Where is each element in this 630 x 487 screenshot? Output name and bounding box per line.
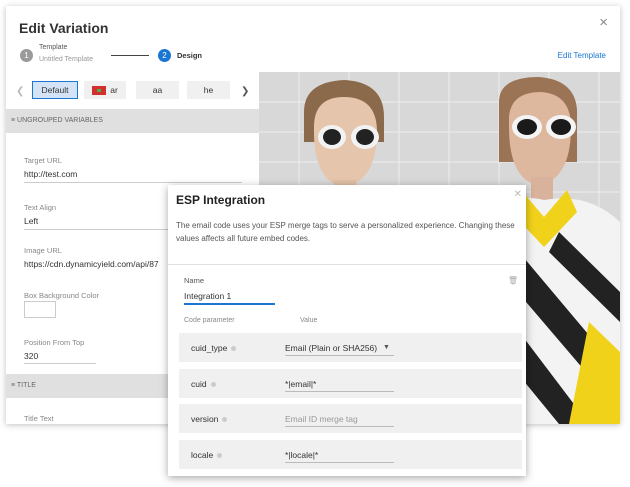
tab-he[interactable]: he bbox=[187, 81, 230, 99]
position-from-top-label: Position From Top bbox=[24, 338, 85, 347]
locale-underline bbox=[285, 462, 394, 463]
target-url-label: Target URL bbox=[24, 156, 62, 165]
esp-dialog-title: ESP Integration bbox=[176, 193, 266, 207]
chevron-left-icon[interactable]: ❮ bbox=[16, 86, 24, 97]
target-url-input[interactable]: http://test.com bbox=[24, 169, 242, 179]
integration-name-label: Name bbox=[184, 276, 205, 285]
stepper-connector bbox=[111, 55, 149, 56]
position-from-top-underline bbox=[24, 363, 96, 364]
tab-aa-label: aa bbox=[152, 85, 163, 95]
tab-default-label: Default bbox=[41, 85, 69, 95]
param-name: locale bbox=[191, 450, 223, 460]
position-from-top-input[interactable]: 320 bbox=[24, 351, 38, 361]
value-header: Value bbox=[300, 317, 318, 324]
param-row-cuid-type: cuid_type Email (Plain or SHA256) ▼ bbox=[179, 333, 522, 362]
tab-he-label: he bbox=[203, 85, 214, 95]
divider bbox=[168, 264, 526, 265]
close-icon[interactable]: ✕ bbox=[514, 189, 522, 200]
step-1-badge[interactable]: 1 bbox=[20, 49, 33, 62]
target-url-underline bbox=[24, 182, 242, 183]
step-2-label[interactable]: Design bbox=[177, 51, 202, 60]
locale-input[interactable]: *|locale|* bbox=[285, 450, 318, 460]
cuid-underline bbox=[285, 391, 394, 392]
param-row-locale: locale *|locale|* bbox=[179, 440, 522, 469]
image-url-input[interactable]: https://cdn.dynamicyield.com/api/87 bbox=[24, 259, 169, 269]
morocco-flag-icon bbox=[92, 86, 107, 96]
info-icon[interactable] bbox=[222, 417, 228, 423]
param-name: cuid bbox=[191, 379, 216, 389]
text-align-underline bbox=[24, 229, 169, 230]
tab-ar[interactable]: ar bbox=[84, 81, 126, 99]
param-name-text: cuid bbox=[191, 379, 207, 389]
param-row-cuid: cuid *|email|* bbox=[179, 369, 522, 398]
version-input[interactable]: Email ID merge tag bbox=[285, 414, 358, 424]
cuid-input[interactable]: *|email|* bbox=[285, 379, 316, 389]
title-text-label: Title Text bbox=[24, 414, 54, 423]
cuid-type-underline bbox=[285, 355, 394, 356]
box-background-color-swatch[interactable] bbox=[24, 301, 56, 318]
code-parameter-header: Code parameter bbox=[184, 317, 235, 324]
chevron-right-icon[interactable]: ❯ bbox=[241, 86, 249, 97]
tab-aa[interactable]: aa bbox=[136, 81, 179, 99]
param-name-text: cuid_type bbox=[191, 343, 228, 353]
caret-down-icon[interactable]: ▼ bbox=[383, 344, 390, 351]
image-url-label: Image URL bbox=[24, 246, 62, 255]
version-underline bbox=[285, 426, 394, 427]
param-name: version bbox=[191, 414, 228, 424]
close-icon[interactable]: × bbox=[599, 14, 608, 31]
cuid-type-select[interactable]: Email (Plain or SHA256) bbox=[285, 343, 377, 353]
integration-name-underline bbox=[184, 303, 275, 305]
esp-description: The email code uses your ESP merge tags … bbox=[176, 221, 515, 243]
edit-template-link[interactable]: Edit Template bbox=[558, 51, 606, 60]
param-name-text: version bbox=[191, 414, 219, 424]
trash-icon[interactable]: 🗑 bbox=[508, 276, 518, 285]
info-icon[interactable] bbox=[217, 453, 223, 459]
text-align-label: Text Align bbox=[24, 203, 57, 212]
info-icon[interactable] bbox=[231, 346, 237, 352]
step-2-badge[interactable]: 2 bbox=[158, 49, 171, 62]
section-ungrouped-variables[interactable]: ≡ UNGROUPED VARIABLES bbox=[6, 109, 259, 133]
box-background-color-label: Box Background Color bbox=[24, 291, 100, 300]
esp-integration-dialog: ESP Integration ✕ The email code uses yo… bbox=[168, 185, 526, 476]
tab-ar-label: ar bbox=[110, 85, 118, 95]
step-1-sublabel: Untitled Template bbox=[39, 56, 93, 63]
param-name: cuid_type bbox=[191, 343, 237, 353]
info-icon[interactable] bbox=[210, 382, 216, 388]
tab-default[interactable]: Default bbox=[32, 81, 78, 99]
param-name-text: locale bbox=[191, 450, 214, 460]
step-1-label[interactable]: Template bbox=[39, 44, 67, 51]
param-row-version: version Email ID merge tag bbox=[179, 404, 522, 433]
text-align-select[interactable]: Left bbox=[24, 216, 38, 226]
dialog-title: Edit Variation bbox=[19, 20, 109, 36]
integration-name-input[interactable]: Integration 1 bbox=[184, 291, 231, 301]
